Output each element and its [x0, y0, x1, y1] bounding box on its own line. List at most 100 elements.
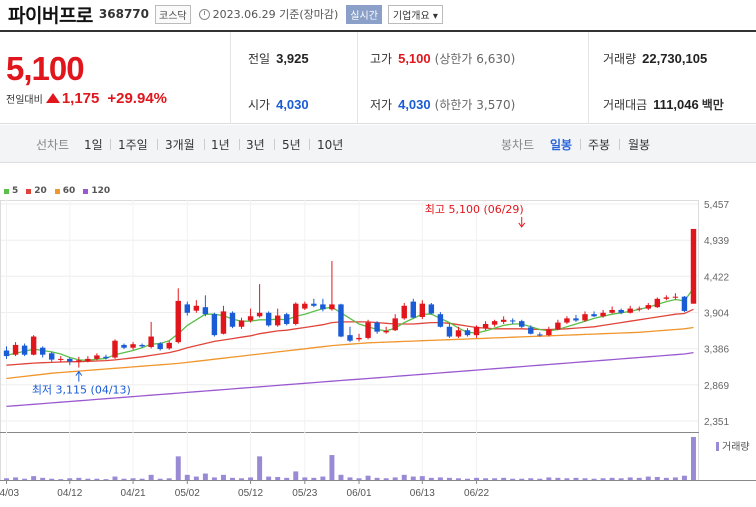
volume-bar — [4, 478, 10, 480]
candle-body — [193, 305, 200, 311]
volume-bar — [564, 478, 570, 480]
low-value: 4,030 — [398, 97, 431, 112]
price-chart[interactable]: 5,457 4,939 4,422 3,904 3,386 2,869 2,351 04/03… — [0, 180, 756, 507]
current-price: 5,100 — [6, 50, 85, 87]
period-1d[interactable]: 1일 — [84, 136, 103, 153]
candle-daily[interactable]: 일봉 — [550, 136, 572, 153]
low-annotation: 최저 3,115 (04/13) — [32, 384, 131, 397]
x-tick-label: 05/02 — [175, 488, 200, 499]
candle-body — [49, 353, 55, 360]
high-value: 5,100 — [398, 51, 431, 66]
volume-bar — [600, 478, 606, 480]
volume-bar — [383, 478, 389, 480]
candle-body — [419, 303, 426, 317]
volume-bar — [175, 456, 181, 480]
x-tick-label: 04/03 — [0, 488, 19, 499]
candle-body — [537, 334, 543, 336]
period-1y[interactable]: 1년 — [211, 136, 230, 153]
toolbar-separator — [110, 139, 111, 150]
line-chart-label[interactable]: 선차트 — [36, 136, 69, 153]
candle-body — [293, 303, 299, 324]
volume-bar — [428, 477, 434, 480]
open-label: 시가 — [248, 98, 271, 112]
panel-divider — [230, 32, 231, 124]
volume-bar — [338, 474, 344, 480]
volume-bar — [681, 475, 687, 480]
candle-body — [302, 303, 308, 309]
x-tick-label: 04/21 — [121, 488, 146, 499]
volume-bar — [474, 477, 480, 480]
volume-bar — [591, 478, 597, 480]
candle-body — [591, 314, 597, 317]
candle-body — [482, 323, 489, 329]
volume-bar — [202, 473, 208, 480]
y-tick-label: 2,869 — [704, 381, 729, 392]
volume-bar — [130, 478, 136, 480]
candle-body — [519, 321, 525, 327]
candle-body — [21, 345, 28, 355]
volume-bar — [275, 476, 281, 480]
x-tick-label: 04/12 — [57, 488, 82, 499]
candle-body — [39, 347, 46, 355]
volume-stat: 거래량 22,730,105 — [603, 50, 707, 67]
candle-body — [103, 356, 109, 359]
x-tick-label: 06/01 — [347, 488, 372, 499]
candle-body — [229, 312, 236, 327]
period-3m[interactable]: 3개월 — [165, 136, 195, 153]
candle-body — [618, 309, 624, 313]
x-tick-label: 06/13 — [410, 488, 435, 499]
volume-bar — [248, 477, 254, 480]
candle-body — [139, 344, 145, 347]
volume-bar — [392, 477, 398, 480]
candle-monthly[interactable]: 월봉 — [628, 136, 650, 153]
panel-divider — [357, 32, 358, 124]
toolbar-separator — [619, 139, 620, 150]
toolbar-separator — [239, 139, 240, 150]
candle-body — [609, 309, 615, 313]
x-tick-label: 05/12 — [238, 488, 263, 499]
volume-bar — [284, 477, 290, 480]
amount-stat: 거래대금 111,046 백만 — [603, 96, 724, 113]
candle-body — [491, 321, 498, 325]
period-5y[interactable]: 5년 — [282, 136, 301, 153]
open-price: 시가 4,030 — [248, 96, 309, 113]
volume-bar — [76, 477, 82, 480]
volume-bar — [437, 477, 443, 480]
period-10y[interactable]: 10년 — [317, 136, 343, 153]
amount-label: 거래대금 — [603, 98, 648, 112]
upper-limit: (상한가 6,630) — [434, 52, 516, 66]
candle-body — [121, 344, 127, 348]
prev-label: 전일 — [248, 52, 271, 66]
ma-line-ma5 — [6, 287, 695, 361]
candle-body — [67, 358, 73, 362]
volume-bar — [31, 476, 37, 480]
volume-bar — [609, 477, 615, 480]
period-3y[interactable]: 3년 — [246, 136, 265, 153]
candle-body — [256, 312, 263, 317]
volume-bar — [112, 476, 118, 480]
candle-body — [311, 303, 317, 306]
y-tick-label: 3,386 — [704, 345, 729, 356]
low-price: 저가 4,030 (하한가 3,570) — [370, 96, 515, 113]
period-1w[interactable]: 1주일 — [118, 136, 148, 153]
x-tick-label: 06/22 — [464, 488, 489, 499]
volume-bar — [492, 478, 498, 480]
volume-bar — [157, 478, 163, 480]
volume-bar — [211, 477, 217, 480]
realtime-button[interactable]: 실시간 — [346, 4, 382, 24]
volume-bar — [654, 476, 660, 480]
volume-bar — [293, 471, 299, 480]
candle-body — [690, 228, 697, 304]
up-arrow-icon — [45, 92, 60, 103]
candle-weekly[interactable]: 주봉 — [588, 136, 610, 153]
y-tick-label: 4,939 — [704, 236, 729, 247]
candle-chart-label[interactable]: 봉차트 — [501, 136, 534, 153]
candle-body — [654, 298, 661, 308]
volume-bar — [347, 477, 353, 480]
company-overview-dropdown[interactable]: 기업개요 ▾ — [387, 4, 443, 24]
volume-bar — [239, 478, 245, 480]
candle-body — [509, 320, 516, 322]
candle-body — [148, 336, 154, 348]
candle-body — [76, 360, 82, 362]
candle-body — [446, 326, 453, 337]
